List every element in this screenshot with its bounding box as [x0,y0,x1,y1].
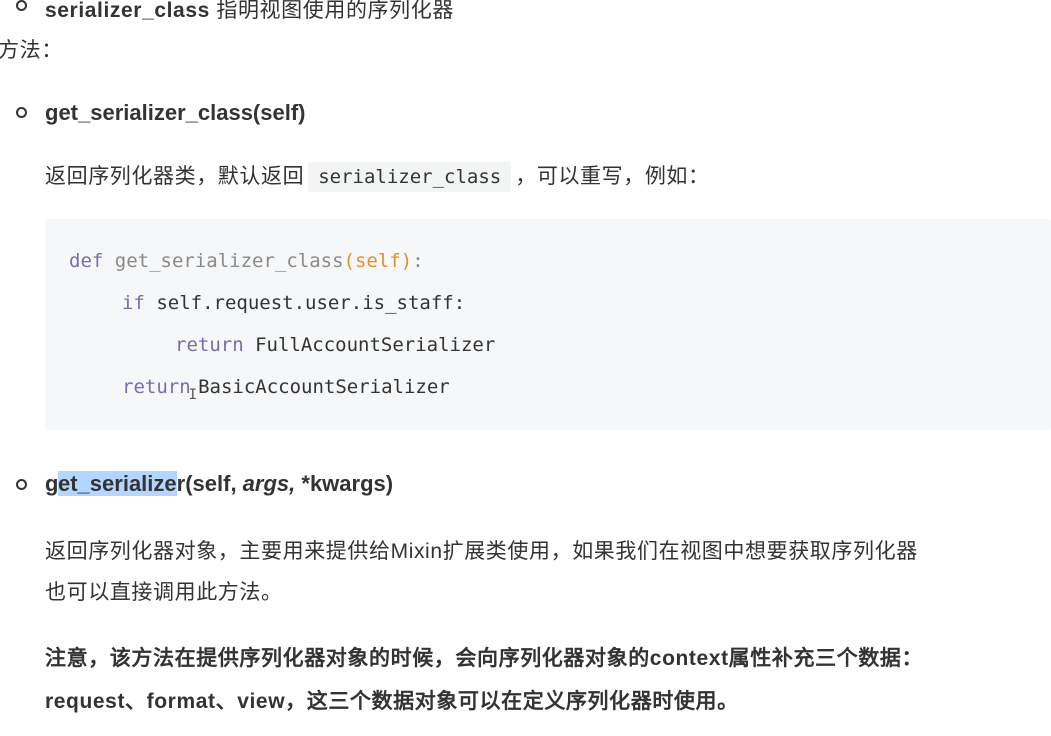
heading-rest: r(self, [176,471,243,496]
code-text: BasicAccountSerializer [198,376,450,398]
method1-desc-after: ，可以重写，例如： [515,165,710,188]
method1-description: 返回序列化器类，默认返回 serializer_class ，可以重写，例如： [45,160,710,192]
method2-desc-line1: 返回序列化器对象，主要用来提供给Mixin扩展类使用，如果我们在视图中想要获取序… [45,540,918,563]
heading-kwargs: *kwargs) [295,471,394,496]
keyword-return: return [122,376,191,398]
note-line1: 注意，该方法在提供序列化器对象的时候，会向序列化器对象的context属性补充三… [45,647,924,670]
method-heading-get-serializer: et_serializer(self, args, *kwargs) [45,471,393,497]
serializer-class-item: serializer_class 指明视图使用的序列化器 [45,0,454,24]
method1-desc-before: 返回序列化器类，默认返回 [45,165,305,188]
keyword-if: if [122,292,145,314]
highlighted-text: et_serialize [58,471,177,496]
note-line2: request、format、view，这三个数据对象可以在定义序列化器时使用。 [45,690,739,713]
method-heading-get-serializer-class: get_serializer_class(self) [45,100,306,125]
code-block: def get_serializer_class(self): if self.… [45,219,1051,430]
code-line-1: def get_serializer_class(self): [69,250,424,272]
list-bullet [16,0,27,11]
heading-prefix: g [45,471,58,496]
serializer-class-desc: 指明视图使用的序列化器 [209,0,454,22]
list-bullet [16,479,27,490]
keyword-def: def [69,250,104,272]
colon: : [412,250,424,272]
methods-label: 方法： [0,39,63,62]
code-text: self.request.user.is_staff: [144,292,466,314]
code-line-3: return FullAccountSerializer [175,334,495,356]
inline-code-serializer-class: serializer_class [308,162,512,192]
keyword-return: return [175,334,244,356]
code-text: FullAccountSerializer [243,334,496,356]
list-bullet [16,107,27,118]
text-cursor-icon: I [188,387,198,403]
code-line-4: returnIBasicAccountSerializer [122,376,450,403]
function-name: get_serializer_class [103,250,344,272]
method2-desc-line2: 也可以直接调用此方法。 [45,581,283,604]
function-args: (self) [343,250,413,272]
code-line-2: if self.request.user.is_staff: [122,292,465,314]
heading-args: args, [242,471,296,496]
serializer-class-name: serializer_class [45,0,210,22]
